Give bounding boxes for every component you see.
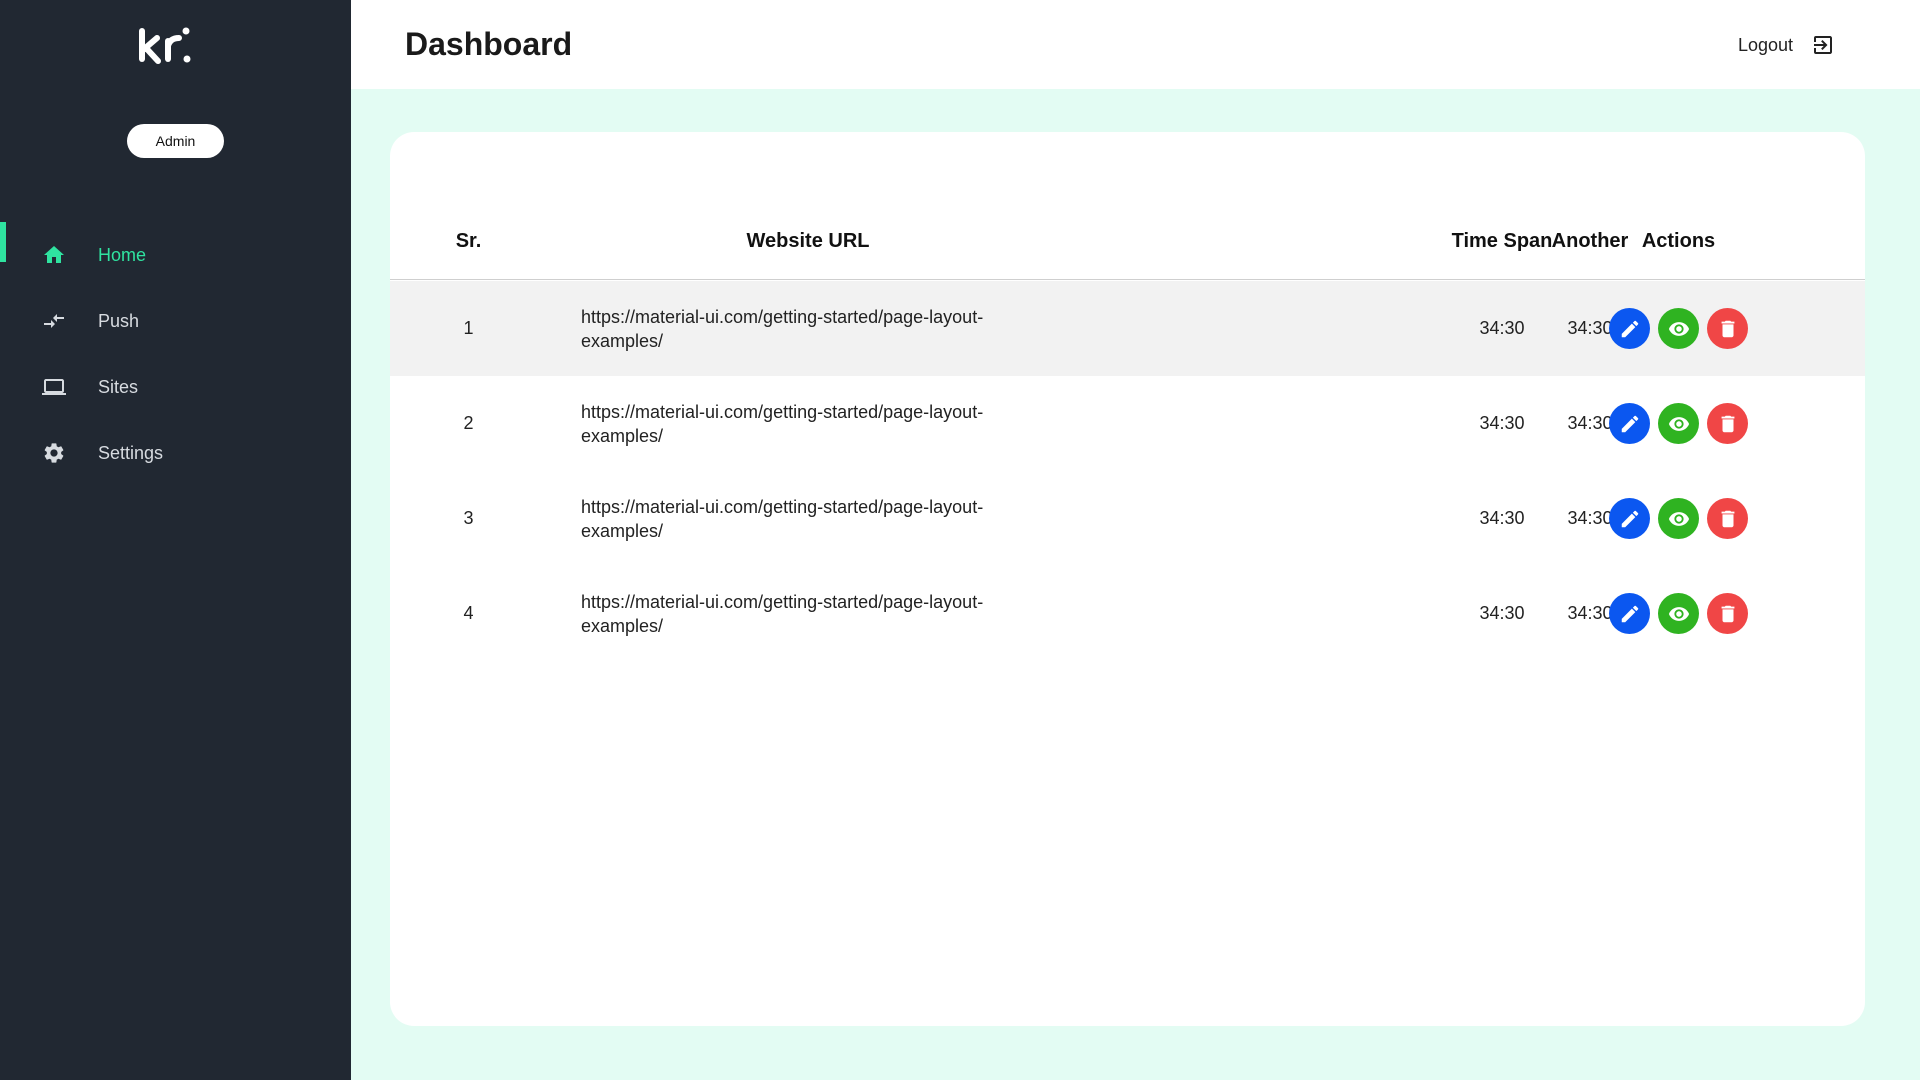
- url-cell: https://material-ui.com/getting-started/…: [581, 401, 984, 446]
- delete-button[interactable]: [1707, 403, 1748, 444]
- delete-icon: [1721, 415, 1734, 432]
- active-indicator: [0, 222, 6, 262]
- delete-icon: [1721, 320, 1734, 337]
- edit-button[interactable]: [1609, 498, 1650, 539]
- page-title: Dashboard: [405, 26, 573, 62]
- view-button[interactable]: [1658, 593, 1699, 634]
- delete-icon: [1721, 510, 1734, 527]
- logout-label: Logout: [1738, 34, 1794, 55]
- push-arrows-icon: [44, 314, 64, 328]
- sites-table-card: Sr. Website URL Time Span Another Action…: [390, 132, 1865, 1026]
- sr-cell: 1: [463, 318, 474, 338]
- home-icon: [44, 246, 64, 263]
- view-icon: [1668, 606, 1689, 621]
- edit-icon: [1621, 510, 1638, 527]
- sr-cell: 4: [463, 603, 474, 623]
- laptop-icon: [42, 379, 66, 395]
- sidebar-nav: Home Push Sites Settings: [0, 222, 351, 486]
- delete-icon: [1721, 605, 1734, 622]
- row-actions: [1609, 308, 1748, 349]
- edit-icon: [1621, 320, 1638, 337]
- role-badge[interactable]: Admin: [127, 124, 224, 158]
- column-header-sr: Sr.: [455, 230, 482, 252]
- gear-icon: [44, 443, 64, 463]
- row-actions: [1609, 403, 1748, 444]
- sr-cell: 2: [463, 413, 474, 433]
- sidebar-item-label: Push: [98, 311, 140, 331]
- view-button[interactable]: [1658, 308, 1699, 349]
- row-actions: [1609, 498, 1748, 539]
- url-cell: https://material-ui.com/getting-started/…: [581, 306, 984, 351]
- column-header-actions: Actions: [1641, 230, 1716, 252]
- sidebar-item-settings[interactable]: Settings: [0, 420, 351, 486]
- delete-button[interactable]: [1707, 593, 1748, 634]
- url-cell: https://material-ui.com/getting-started/…: [581, 496, 984, 541]
- sidebar: Admin Home Push Sites Settings: [0, 0, 351, 1080]
- sidebar-item-push[interactable]: Push: [0, 288, 351, 354]
- url-cell: https://material-ui.com/getting-started/…: [581, 591, 984, 636]
- delete-button[interactable]: [1707, 498, 1748, 539]
- edit-button[interactable]: [1609, 308, 1650, 349]
- edit-button[interactable]: [1609, 403, 1650, 444]
- table-row[interactable]: 4 https://material-ui.com/getting-starte…: [390, 566, 1865, 661]
- table-row[interactable]: 1 https://material-ui.com/getting-starte…: [390, 281, 1865, 376]
- view-button[interactable]: [1658, 403, 1699, 444]
- sidebar-item-home[interactable]: Home: [0, 222, 351, 288]
- delete-button[interactable]: [1707, 308, 1748, 349]
- sidebar-item-label: Settings: [98, 443, 164, 463]
- view-button[interactable]: [1658, 498, 1699, 539]
- table-row[interactable]: 3 https://material-ui.com/getting-starte…: [390, 471, 1865, 566]
- brand-logo[interactable]: [137, 26, 193, 64]
- view-icon: [1668, 511, 1689, 526]
- column-header-url: Website URL: [746, 230, 870, 252]
- view-icon: [1668, 416, 1689, 431]
- logout-icon: [1814, 36, 1833, 54]
- sr-cell: 3: [463, 508, 474, 528]
- edit-icon: [1621, 605, 1638, 622]
- sidebar-item-label: Sites: [98, 377, 139, 397]
- logout-button[interactable]: Logout: [1738, 30, 1835, 60]
- row-actions: [1609, 593, 1748, 634]
- sidebar-item-label: Home: [98, 245, 147, 265]
- table-row[interactable]: 2 https://material-ui.com/getting-starte…: [390, 376, 1865, 471]
- view-icon: [1668, 321, 1689, 336]
- top-bar: Dashboard Logout: [351, 0, 1920, 89]
- edit-button[interactable]: [1609, 593, 1650, 634]
- sidebar-item-sites[interactable]: Sites: [0, 354, 351, 420]
- edit-icon: [1621, 415, 1638, 432]
- table-header: Sr. Website URL Time Span Another Action…: [390, 202, 1865, 280]
